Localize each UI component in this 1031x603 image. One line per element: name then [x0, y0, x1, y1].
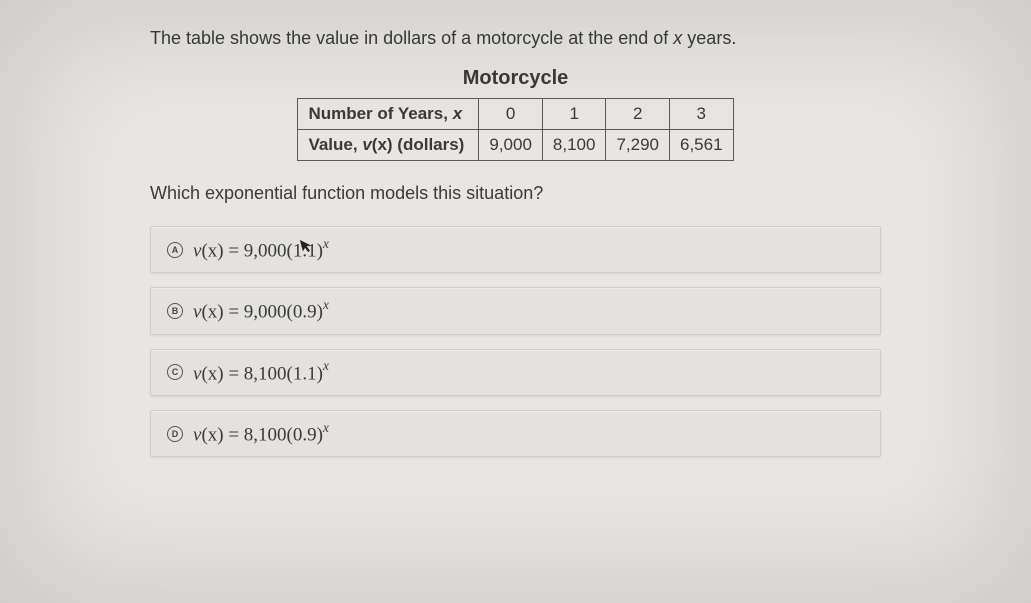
- row2-c0: 9,000: [479, 130, 543, 161]
- data-table: Number of Years, x 0 1 2 3 Value, v(x) (…: [297, 98, 733, 161]
- table-row: Number of Years, x 0 1 2 3: [298, 99, 733, 130]
- option-c[interactable]: C v(x) = 8,100(1.1)x: [150, 349, 881, 396]
- row2-c1: 8,100: [542, 130, 606, 161]
- question-text: Which exponential function models this s…: [150, 183, 881, 204]
- option-b-eq: = 9,000(0.9): [224, 302, 323, 323]
- row2-c3: 6,561: [670, 130, 734, 161]
- option-a-formula: v(x) = 9,000(1.1)x: [193, 237, 329, 262]
- option-c-formula: v(x) = 8,100(1.1)x: [193, 360, 329, 385]
- option-a-arg: (x): [201, 240, 223, 261]
- row2-label-arg: (x): [372, 135, 393, 154]
- option-d-formula: v(x) = 8,100(0.9)x: [193, 421, 329, 446]
- option-d-letter: D: [167, 426, 183, 442]
- row2-c2: 7,290: [606, 130, 670, 161]
- option-d-exp: x: [323, 420, 329, 435]
- option-b-exp: x: [323, 297, 329, 312]
- row1-c1: 1: [542, 99, 606, 130]
- row2-label-post: (dollars): [393, 135, 465, 154]
- intro-pre: The table shows the value in dollars of …: [150, 28, 673, 48]
- option-c-letter: C: [167, 364, 183, 380]
- option-a-exp: x: [323, 236, 329, 251]
- intro-var: x: [673, 28, 682, 48]
- intro-post: years.: [682, 28, 736, 48]
- row2-label-pre: Value,: [308, 135, 362, 154]
- option-c-exp: x: [323, 358, 329, 373]
- row1-c0: 0: [479, 99, 543, 130]
- option-a[interactable]: A v(x) = 9,000(1.1)x: [150, 226, 881, 273]
- option-b-letter: B: [167, 303, 183, 319]
- row2-label-fn: v: [362, 135, 371, 154]
- option-a-eq: = 9,000(1.1): [224, 240, 323, 261]
- intro-text: The table shows the value in dollars of …: [150, 28, 881, 49]
- table-title: Motorcycle: [150, 67, 881, 90]
- option-d-arg: (x): [201, 424, 223, 445]
- options-list: A v(x) = 9,000(1.1)x B v(x) = 9,000(0.9)…: [150, 226, 881, 457]
- option-b-formula: v(x) = 9,000(0.9)x: [193, 298, 329, 323]
- option-a-letter: A: [167, 242, 183, 258]
- row1-c2: 2: [606, 99, 670, 130]
- table-row: Value, v(x) (dollars) 9,000 8,100 7,290 …: [298, 130, 733, 161]
- row1-label-var: x: [453, 104, 462, 123]
- option-c-eq: = 8,100(1.1): [224, 363, 323, 384]
- option-b[interactable]: B v(x) = 9,000(0.9)x: [150, 287, 881, 334]
- option-c-arg: (x): [201, 363, 223, 384]
- row2-label: Value, v(x) (dollars): [298, 130, 479, 161]
- option-d[interactable]: D v(x) = 8,100(0.9)x: [150, 410, 881, 457]
- option-b-arg: (x): [201, 302, 223, 323]
- row1-c3: 3: [670, 99, 734, 130]
- row1-label: Number of Years, x: [298, 99, 479, 130]
- row1-label-pre: Number of Years,: [308, 104, 452, 123]
- option-d-eq: = 8,100(0.9): [224, 424, 323, 445]
